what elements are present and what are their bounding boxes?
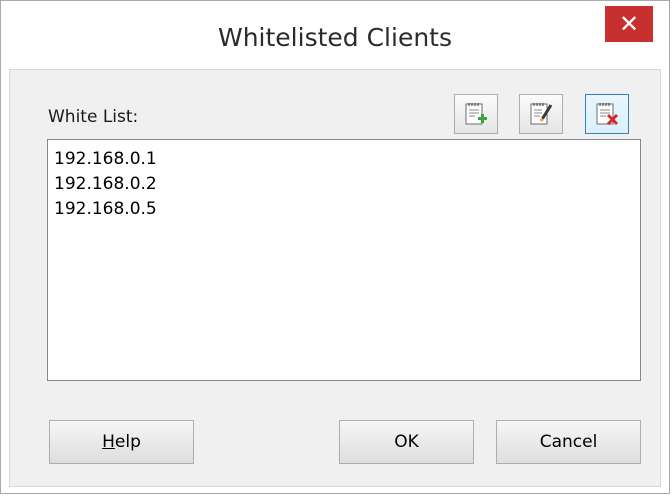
close-icon: ✕ bbox=[618, 10, 640, 38]
add-entry-icon bbox=[465, 103, 487, 125]
ok-label: OK bbox=[394, 432, 419, 452]
cancel-button[interactable]: Cancel bbox=[496, 420, 641, 464]
delete-entry-icon bbox=[596, 103, 619, 126]
help-button[interactable]: Help bbox=[49, 420, 194, 464]
edit-entry-icon bbox=[530, 103, 553, 125]
list-item[interactable]: 192.168.0.1 bbox=[54, 147, 634, 172]
help-label: elp bbox=[114, 432, 141, 452]
ok-button[interactable]: OK bbox=[339, 420, 474, 464]
delete-entry-button[interactable] bbox=[585, 94, 629, 134]
list-item[interactable]: 192.168.0.2 bbox=[54, 172, 634, 197]
close-button[interactable]: ✕ bbox=[605, 6, 653, 42]
help-mnemonic: H bbox=[102, 432, 115, 452]
title-bar: Whitelisted Clients ✕ bbox=[1, 1, 669, 69]
dialog-title: Whitelisted Clients bbox=[217, 23, 452, 52]
list-item[interactable]: 192.168.0.5 bbox=[54, 197, 634, 222]
white-list-label: White List: bbox=[48, 107, 139, 127]
add-entry-button[interactable] bbox=[454, 94, 498, 134]
cancel-label: Cancel bbox=[539, 432, 598, 452]
edit-entry-button[interactable] bbox=[519, 94, 563, 134]
dialog-window: Whitelisted Clients ✕ White List: 192.16… bbox=[0, 0, 670, 494]
white-list-box[interactable]: 192.168.0.1 192.168.0.2 192.168.0.5 bbox=[47, 139, 641, 381]
